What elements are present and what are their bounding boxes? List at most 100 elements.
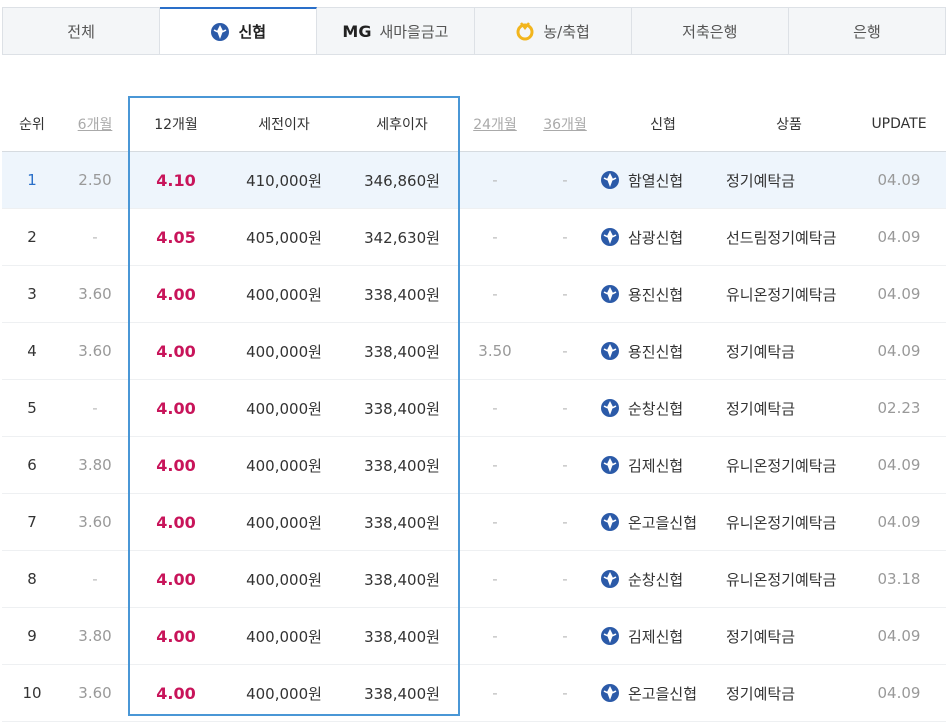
rate-6m-cell: - [62,208,128,266]
rank-cell: 3 [2,265,62,323]
aftertax-interest-cell: 346,860원 [344,151,460,209]
bank-name: 김제신협 [628,456,684,475]
bank-cell[interactable]: 삼광신협 [600,208,726,266]
bank-cell[interactable]: 순창신협 [600,379,726,437]
col-12m[interactable]: 12개월 [128,96,224,152]
rate-36m-cell: - [530,265,600,323]
product-cell[interactable]: 선드림정기예탁금 [726,208,852,266]
bank-name: 순창신협 [628,399,684,418]
update-date-cell: 04.09 [852,322,946,380]
pretax-interest-cell: 400,000원 [224,322,344,380]
tab-savings-bank[interactable]: 저축은행 [631,7,789,55]
update-date-cell: 04.09 [852,151,946,209]
aftertax-interest-cell: 338,400원 [344,607,460,665]
bank-name: 온고을신협 [628,684,698,703]
rate-6m-cell: 3.60 [62,493,128,551]
bank-cell[interactable]: 용진신협 [600,322,726,380]
product-cell[interactable]: 유니온정기예탁금 [726,493,852,551]
table-row[interactable]: 5-4.00 400,000원 338,400원 - - 순창신협 정기예탁금 02.23 [2,379,946,437]
rate-12m-cell: 4.00 [128,550,224,608]
bank-name: 온고을신협 [628,513,698,532]
rate-36m-cell: - [530,436,600,494]
update-date-cell: 04.09 [852,493,946,551]
aftertax-interest-cell: 338,400원 [344,322,460,380]
table-row[interactable]: 7 3.60 4.00 400,000원 338,400원 - - 온고을신협 유니온정기예탁금… [2,493,946,551]
tab-all[interactable]: 전체 [2,7,161,55]
bank-name: 함열신협 [628,171,684,190]
col-6m[interactable]: 6개월 [62,96,128,152]
product-cell[interactable]: 유니온정기예탁금 [726,550,852,608]
rank-cell: 5 [2,379,62,437]
aftertax-interest-cell: 338,400원 [344,493,460,551]
table-row[interactable]: 2-4.05 405,000원 342,630원 - - 삼광신협 선드림정기예탁금 04.0… [2,208,946,266]
update-date-cell: 03.18 [852,550,946,608]
pretax-interest-cell: 400,000원 [224,493,344,551]
tab-nonghyup[interactable]: 농/축협 [474,7,632,55]
product-cell[interactable]: 유니온정기예탁금 [726,436,852,494]
pretax-interest-cell: 405,000원 [224,208,344,266]
col-rank: 순위 [2,96,62,152]
table-row[interactable]: 6 3.80 4.00 400,000원 338,400원 - - 김제신협 유니온정기예탁금 0… [2,436,946,494]
rank-cell: 6 [2,436,62,494]
product-cell[interactable]: 정기예탁금 [726,607,852,665]
product-cell[interactable]: 유니온정기예탁금 [726,265,852,323]
bank-name: 삼광신협 [628,228,684,247]
product-cell[interactable]: 정기예탁금 [726,322,852,380]
tab-label: 은행 [853,22,881,41]
tab-label: 농/축협 [543,22,590,41]
bank-cell[interactable]: 순창신협 [600,550,726,608]
rate-6m-cell: - [62,550,128,608]
shinhyup-logo-icon [601,513,619,531]
product-cell[interactable]: 정기예탁금 [726,151,852,209]
rate-12m-cell: 4.05 [128,208,224,266]
table-row[interactable]: 3 3.60 4.00 400,000원 338,400원 - - 용진신협 유니온정기예탁금 0… [2,265,946,323]
shinhyup-logo-icon [601,342,619,360]
rate-24m-cell: 3.50 [460,322,530,380]
bank-cell[interactable]: 용진신협 [600,265,726,323]
col-aftertax: 세후이자 [344,96,460,152]
tab-shinhyup[interactable]: 신협 [160,7,318,55]
rate-24m-cell: - [460,151,530,209]
tab-saemaeul[interactable]: MG 새마을금고 [317,7,475,55]
col-update: UPDATE [852,96,946,152]
rate-6m-cell: 2.50 [62,151,128,209]
bank-name: 김제신협 [628,627,684,646]
rate-24m-cell: - [460,607,530,665]
bank-cell[interactable]: 김제신협 [600,436,726,494]
rate-12m-cell: 4.00 [128,379,224,437]
shinhyup-logo-icon [601,399,619,417]
shinhyup-logo-icon [601,627,619,645]
bank-cell[interactable]: 김제신협 [600,607,726,665]
table-row[interactable]: 1 2.50 4.10 410,000원 346,860원 - - 함열신협 정기예탁금 04.0… [2,151,946,209]
bank-cell[interactable]: 함열신협 [600,151,726,209]
pretax-interest-cell: 400,000원 [224,379,344,437]
aftertax-interest-cell: 338,400원 [344,550,460,608]
rate-12m-cell: 4.00 [128,436,224,494]
table-header: 순위 6개월 12개월 세전이자 세후이자 24개월 36개월 신협 상품 UP… [2,96,946,152]
rate-6m-cell: - [62,379,128,437]
pretax-interest-cell: 400,000원 [224,436,344,494]
pretax-interest-cell: 410,000원 [224,151,344,209]
rate-36m-cell: - [530,151,600,209]
shinhyup-logo-icon [601,285,619,303]
table-row[interactable]: 9 3.80 4.00 400,000원 338,400원 - - 김제신협 정기예탁금 04.0… [2,607,946,665]
rate-6m-cell: 3.80 [62,436,128,494]
update-date-cell: 04.09 [852,436,946,494]
shinhyup-logo-icon [601,228,619,246]
tab-bank[interactable]: 은행 [788,7,946,55]
shinhyup-logo-icon [601,684,619,702]
rate-6m-cell: 3.60 [62,322,128,380]
rate-24m-cell: - [460,265,530,323]
bank-cell[interactable]: 온고을신협 [600,493,726,551]
aftertax-interest-cell: 338,400원 [344,379,460,437]
table-row[interactable]: 8-4.00 400,000원 338,400원 - - 순창신협 유니온정기예탁금 03.1… [2,550,946,608]
col-pretax: 세전이자 [224,96,344,152]
col-24m[interactable]: 24개월 [460,96,530,152]
rate-6m-cell: 3.80 [62,607,128,665]
rate-24m-cell: - [460,493,530,551]
col-36m[interactable]: 36개월 [530,96,600,152]
update-date-cell: 04.09 [852,607,946,665]
tab-label: 새마을금고 [379,22,449,41]
table-row[interactable]: 4 3.60 4.00 400,000원 338,400원 3.50- 용진신협 정기예탁금 0… [2,322,946,380]
product-cell[interactable]: 정기예탁금 [726,379,852,437]
